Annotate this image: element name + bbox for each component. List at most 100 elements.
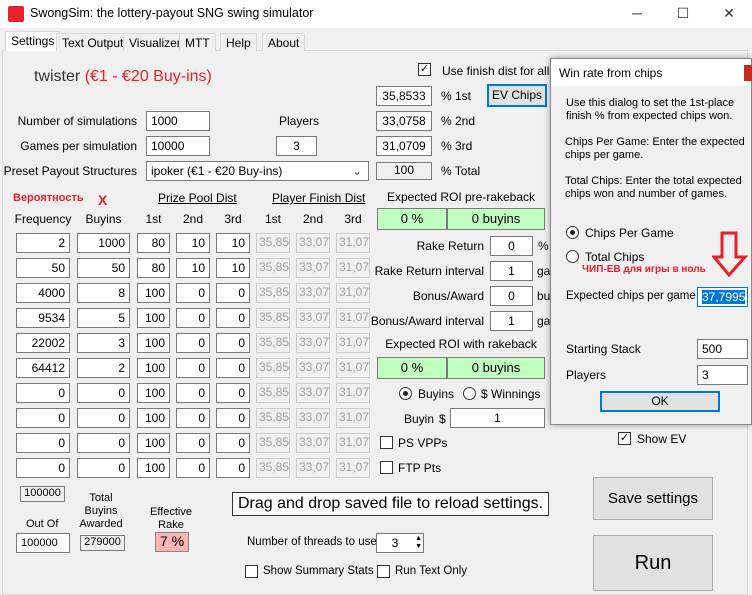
bonus-interval-input[interactable]: 1 <box>490 311 533 331</box>
tab-about[interactable]: About <box>262 33 306 51</box>
pct-1st-input[interactable]: 35,8533 <box>376 86 432 106</box>
cell-prize-3rd[interactable]: 0 <box>216 333 250 353</box>
cell-buyins[interactable]: 0 <box>77 383 130 403</box>
drag-drop-zone[interactable]: Drag and drop saved file to reload setti… <box>232 492 550 516</box>
dialog-players-label: Players <box>566 368 607 382</box>
ev-chips-button[interactable]: EV Chips <box>487 84 547 107</box>
players-input[interactable]: 3 <box>276 136 317 156</box>
ftp-pts-label: FTP Pts <box>398 461 442 475</box>
cell-prize-2nd[interactable]: 0 <box>176 358 210 378</box>
cell-prize-1st[interactable]: 100 <box>137 333 170 353</box>
cell-buyins[interactable]: 0 <box>77 433 130 453</box>
out-of-input[interactable]: 100000 <box>16 533 70 553</box>
cell-prize-2nd[interactable]: 0 <box>176 433 210 453</box>
minimize-button[interactable]: ─ <box>614 0 660 28</box>
games-input[interactable]: 10000 <box>146 136 210 156</box>
cell-buyins[interactable]: 1000 <box>77 233 130 253</box>
ps-vpps-checkbox[interactable] <box>380 436 393 449</box>
cell-prize-1st[interactable]: 100 <box>137 383 170 403</box>
cell-frequency[interactable]: 64412 <box>16 358 70 378</box>
cell-prize-1st[interactable]: 80 <box>137 258 170 278</box>
cell-prize-1st[interactable]: 80 <box>137 233 170 253</box>
cell-prize-3rd[interactable]: 0 <box>216 358 250 378</box>
cell-frequency[interactable]: 50 <box>16 258 70 278</box>
cell-frequency[interactable]: 4000 <box>16 283 70 303</box>
cell-prize-1st[interactable]: 100 <box>137 458 170 478</box>
cell-buyins[interactable]: 0 <box>77 408 130 428</box>
cell-prize-3rd[interactable]: 0 <box>216 308 250 328</box>
cell-prize-2nd[interactable]: 10 <box>176 233 210 253</box>
annotation-chip-ev: ЧИП-ЕВ для игры в ноль <box>582 264 706 275</box>
pct-2nd-input[interactable]: 33,0758 <box>376 111 432 131</box>
radio-chips-per-game[interactable] <box>566 226 579 239</box>
num-sims-input[interactable]: 1000 <box>146 111 210 131</box>
cell-prize-1st[interactable]: 100 <box>137 308 170 328</box>
cell-prize-1st[interactable]: 100 <box>137 433 170 453</box>
pct-total-value: 100 <box>376 162 432 180</box>
cell-prize-2nd[interactable]: 0 <box>176 333 210 353</box>
close-button[interactable]: ✕ <box>706 0 752 28</box>
cell-buyins[interactable]: 3 <box>77 333 130 353</box>
preset-dropdown[interactable]: ipoker (€1 - €20 Buy-ins) ⌄ <box>146 161 369 181</box>
cell-frequency[interactable]: 0 <box>16 433 70 453</box>
spinner-arrows-icon[interactable]: ▲ ▼ <box>415 535 422 551</box>
cell-buyins[interactable]: 8 <box>77 283 130 303</box>
cell-prize-3rd[interactable]: 0 <box>216 458 250 478</box>
chevron-down-icon: ⌄ <box>351 164 362 178</box>
cell-prize-2nd[interactable]: 0 <box>176 283 210 303</box>
tab-text-output[interactable]: Text Output <box>56 33 130 51</box>
run-button[interactable]: Run <box>593 535 713 591</box>
threads-value: 3 <box>391 536 399 550</box>
radio-total-chips[interactable] <box>566 250 579 263</box>
dialog-players-input[interactable]: 3 <box>697 365 748 385</box>
cell-prize-3rd[interactable]: 0 <box>216 283 250 303</box>
cell-prize-3rd[interactable]: 0 <box>216 408 250 428</box>
bonus-input[interactable]: 0 <box>490 286 533 306</box>
threads-stepper[interactable]: 3 ▲ ▼ <box>376 533 424 553</box>
cell-prize-1st[interactable]: 100 <box>137 358 170 378</box>
cell-buyins[interactable]: 50 <box>77 258 130 278</box>
tab-help[interactable]: Help <box>220 33 257 51</box>
cell-frequency[interactable]: 0 <box>16 408 70 428</box>
cell-prize-3rd[interactable]: 10 <box>216 258 250 278</box>
cell-buyins[interactable]: 2 <box>77 358 130 378</box>
cell-buyins[interactable]: 5 <box>77 308 130 328</box>
cell-prize-1st[interactable]: 100 <box>137 283 170 303</box>
starting-stack-input[interactable]: 500 <box>697 339 748 359</box>
cell-frequency[interactable]: 2 <box>16 233 70 253</box>
radio-winnings[interactable] <box>463 387 476 400</box>
tab-settings[interactable]: Settings <box>5 31 61 51</box>
dialog-title: Win rate from chips <box>559 66 663 80</box>
rake-return-input[interactable]: 0 <box>490 236 533 256</box>
cell-frequency[interactable]: 9534 <box>16 308 70 328</box>
save-settings-button[interactable]: Save settings <box>593 477 713 520</box>
maximize-button[interactable]: ☐ <box>660 0 706 28</box>
show-summary-checkbox[interactable] <box>245 565 258 578</box>
cell-frequency[interactable]: 0 <box>16 383 70 403</box>
cell-prize-3rd[interactable]: 0 <box>216 383 250 403</box>
pct-3rd-input[interactable]: 31,0709 <box>376 136 432 156</box>
cell-prize-2nd[interactable]: 10 <box>176 258 210 278</box>
ftp-pts-checkbox[interactable] <box>380 461 393 474</box>
tab-mtt[interactable]: MTT <box>179 33 216 51</box>
cell-prize-3rd[interactable]: 0 <box>216 433 250 453</box>
cell-frequency[interactable]: 0 <box>16 458 70 478</box>
ok-button[interactable]: OK <box>600 391 720 412</box>
run-text-only-checkbox[interactable] <box>377 565 390 578</box>
cell-prize-2nd[interactable]: 0 <box>176 458 210 478</box>
cell-buyins[interactable]: 0 <box>77 458 130 478</box>
buyin-input[interactable]: 1 <box>450 408 545 428</box>
cell-prize-1st[interactable]: 100 <box>137 408 170 428</box>
cell-prize-2nd[interactable]: 0 <box>176 408 210 428</box>
rake-interval-input[interactable]: 1 <box>490 261 533 281</box>
radio-buyins[interactable] <box>399 387 412 400</box>
dialog-close-button[interactable] <box>744 65 752 81</box>
use-finish-dist-checkbox[interactable]: ✓ <box>418 63 431 76</box>
tab-visualizer[interactable]: Visualizer <box>123 33 187 51</box>
cell-frequency[interactable]: 22002 <box>16 333 70 353</box>
show-ev-checkbox[interactable]: ✓ <box>618 432 631 445</box>
exp-chips-input[interactable]: 37,7995 <box>697 287 748 307</box>
cell-prize-2nd[interactable]: 0 <box>176 308 210 328</box>
cell-prize-2nd[interactable]: 0 <box>176 383 210 403</box>
cell-prize-3rd[interactable]: 10 <box>216 233 250 253</box>
